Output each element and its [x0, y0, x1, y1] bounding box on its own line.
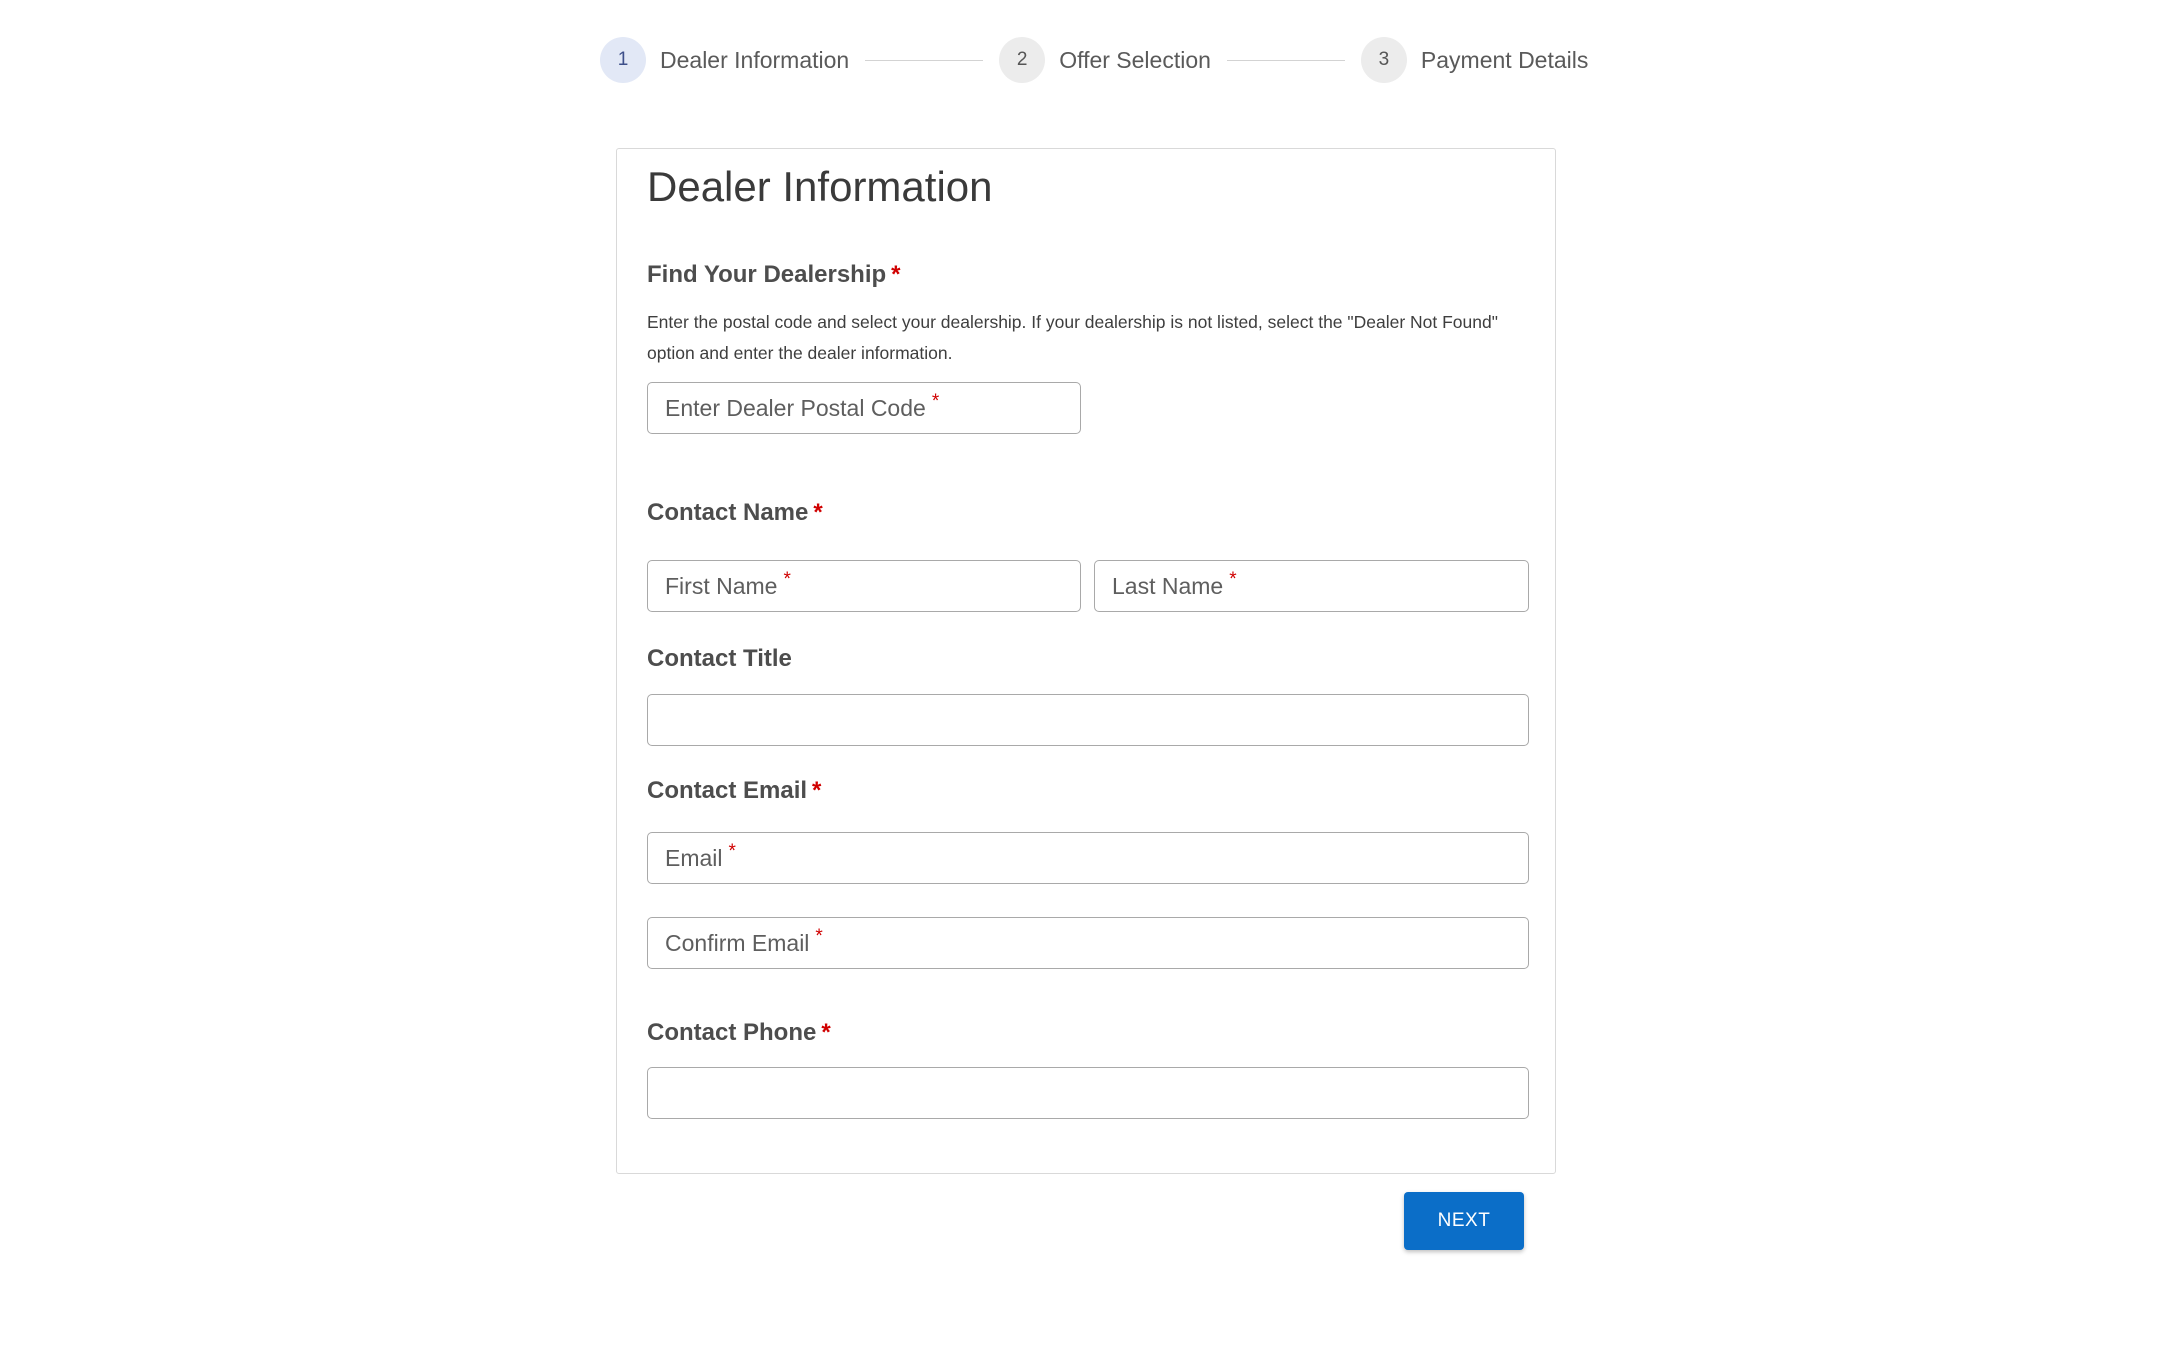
find-dealership-label: Find Your Dealership *: [647, 261, 901, 289]
email-placeholder: Email: [665, 844, 723, 871]
required-marker: *: [891, 261, 901, 288]
step-1-label: Dealer Information: [660, 46, 850, 73]
required-marker: *: [931, 391, 940, 412]
step-1-indicator: 1: [600, 37, 646, 83]
required-marker: *: [728, 841, 736, 862]
required-marker: *: [815, 926, 823, 947]
contact-name-label-text: Contact Name: [647, 499, 809, 526]
contact-title-label-text: Contact Title: [647, 645, 792, 672]
required-marker: *: [821, 1019, 831, 1046]
step-3-indicator: 3: [1360, 37, 1407, 83]
step-connector: [865, 59, 984, 61]
contact-title-label: Contact Title: [647, 645, 792, 673]
contact-name-label: Contact Name *: [647, 499, 823, 527]
contact-phone-label-text: Contact Phone: [647, 1019, 817, 1046]
find-dealership-label-text: Find Your Dealership: [647, 261, 887, 288]
contact-title-input[interactable]: [647, 694, 1529, 746]
first-name-input[interactable]: First Name *: [647, 560, 1081, 612]
step-connector: [1226, 59, 1345, 61]
step-2-indicator: 2: [999, 37, 1046, 83]
progress-stepper: 1 Dealer Information 2 Offer Selection 3…: [600, 36, 1588, 84]
required-marker: *: [1229, 569, 1237, 590]
step-offer-selection: 2 Offer Selection: [999, 37, 1211, 83]
first-name-placeholder: First Name: [665, 572, 778, 599]
required-marker: *: [813, 499, 823, 526]
dealership-help-text: Enter the postal code and select your de…: [647, 312, 1498, 363]
last-name-input[interactable]: Last Name *: [1094, 560, 1529, 612]
required-marker: *: [812, 777, 822, 804]
step-dealer-information: 1 Dealer Information: [600, 37, 849, 83]
contact-email-label: Contact Email *: [647, 777, 821, 805]
dealer-postal-code-placeholder: Enter Dealer Postal Code: [665, 394, 926, 421]
contact-phone-label: Contact Phone *: [647, 1019, 831, 1047]
step-2-label: Offer Selection: [1059, 46, 1211, 73]
required-marker: *: [783, 569, 791, 590]
confirm-email-placeholder: Confirm Email: [665, 929, 810, 956]
step-payment-details: 3 Payment Details: [1360, 37, 1589, 83]
step-3-label: Payment Details: [1420, 46, 1589, 73]
form-title: Dealer Information: [647, 163, 993, 210]
next-button[interactable]: NEXT: [1404, 1192, 1524, 1250]
contact-phone-input[interactable]: [647, 1067, 1529, 1119]
contact-email-label-text: Contact Email: [647, 777, 808, 804]
confirm-email-input[interactable]: Confirm Email *: [647, 917, 1529, 969]
dealer-information-card: Dealer Information Find Your Dealership *…: [616, 148, 1556, 1174]
email-input[interactable]: Email *: [647, 832, 1529, 884]
last-name-placeholder: Last Name: [1112, 572, 1224, 599]
dealer-postal-code-input[interactable]: Enter Dealer Postal Code *: [647, 382, 1081, 434]
